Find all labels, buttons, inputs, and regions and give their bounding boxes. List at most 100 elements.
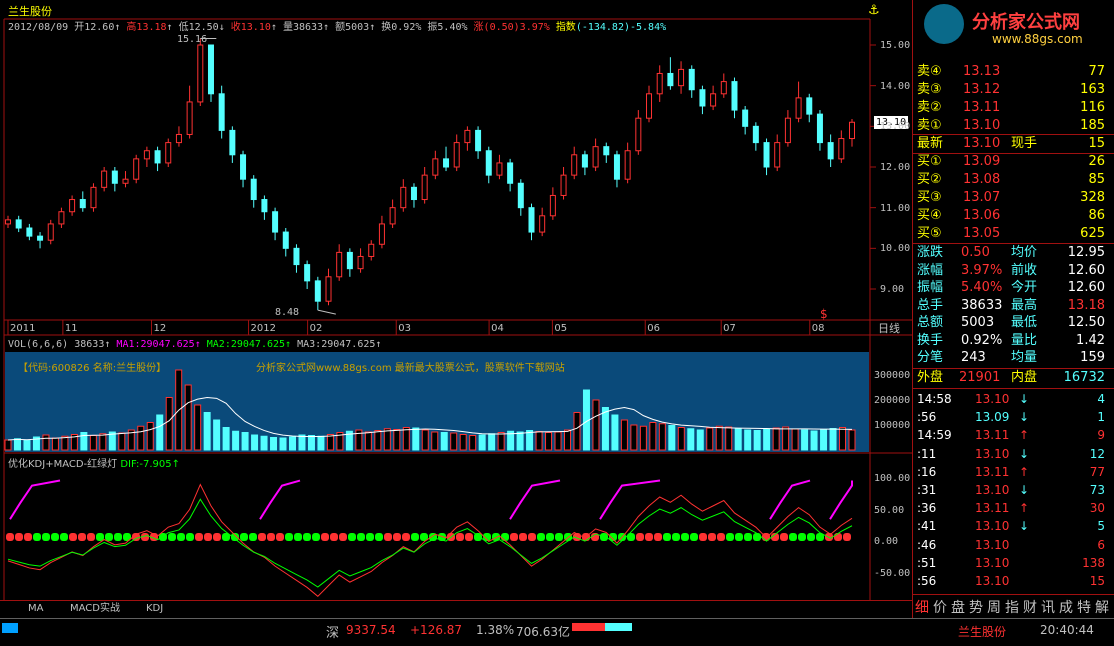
tick-row: :46 13.10 6 xyxy=(913,536,1114,554)
dollar-icon[interactable]: $ xyxy=(820,308,828,321)
volume-bar xyxy=(763,428,771,451)
volume-bar xyxy=(497,432,505,451)
divider xyxy=(913,388,1114,389)
signal-dot xyxy=(42,533,50,541)
tick-price: 13.10 xyxy=(975,392,1010,406)
stat-label: 分笔 xyxy=(917,350,944,365)
price-tick-label: 12.00 xyxy=(880,162,911,173)
volume-bar xyxy=(668,425,676,451)
indicator-tick-label: 50.00 xyxy=(874,504,905,516)
candle-body xyxy=(624,150,631,180)
right-tab[interactable]: 势 xyxy=(969,597,983,617)
right-tab[interactable]: 成 xyxy=(1059,597,1073,617)
volume-bar xyxy=(535,431,543,451)
stat-value: 12.50 xyxy=(1067,315,1105,330)
volume-bar xyxy=(801,429,809,451)
signal-dot xyxy=(267,533,275,541)
tab-ma[interactable]: MA xyxy=(28,602,43,616)
candle-body xyxy=(539,215,546,233)
signal-dot xyxy=(105,533,113,541)
signal-dot xyxy=(15,533,23,541)
candle-body xyxy=(197,44,204,103)
tick-price: 13.11 xyxy=(975,501,1010,516)
right-tab[interactable]: 周 xyxy=(987,597,1001,617)
right-tab[interactable]: 价 xyxy=(933,597,947,617)
candle-body xyxy=(282,231,289,249)
sell-row: 卖② 13.11 116 xyxy=(913,100,1114,116)
candle-body xyxy=(475,129,482,152)
period-label[interactable]: 日线 xyxy=(878,322,900,335)
candle-body xyxy=(122,178,129,184)
candle-body xyxy=(581,154,588,168)
volume-bar xyxy=(839,427,847,451)
right-tab[interactable]: 盘 xyxy=(951,597,965,617)
indicator-header: 优化KDJ+MACD-红绿灯 DIF:-7.905↑ xyxy=(8,459,180,470)
now-label: 现手 xyxy=(1011,136,1038,151)
price-tick-label: 11.00 xyxy=(880,202,911,214)
close-value: 13.10 xyxy=(240,22,271,33)
vol-ma3: MA3:29047.625 xyxy=(297,339,376,350)
tick-price: 13.10 xyxy=(975,446,1010,461)
indicator-tick-label: 100.00 xyxy=(874,473,911,484)
candle-body xyxy=(635,117,642,152)
volume-tick-label: 100000 xyxy=(874,420,911,431)
candle-body xyxy=(795,97,802,119)
right-tab[interactable]: 细 xyxy=(915,597,929,617)
candle-body xyxy=(603,146,610,156)
right-tab[interactable]: 讯 xyxy=(1041,597,1055,617)
volume-bar xyxy=(554,431,562,451)
candle-body xyxy=(314,280,321,302)
kdj-line xyxy=(509,479,561,520)
candle-body xyxy=(133,158,140,180)
tab-kdj[interactable]: KDJ xyxy=(146,602,163,616)
chart-svg[interactable] xyxy=(0,0,912,618)
ohlc-header: 2012/08/09 开12.60↑ 高13.18↑ 低12.50↓ 收13.1… xyxy=(8,22,667,33)
candle-body xyxy=(101,170,108,188)
buy-volume: 86 xyxy=(1088,208,1105,223)
right-tab[interactable]: 解 xyxy=(1095,597,1109,617)
signal-dot xyxy=(393,533,401,541)
price-tick-label: 13.00 xyxy=(880,121,911,133)
volume-bar xyxy=(715,425,723,451)
candle-body xyxy=(346,251,353,270)
candle-body xyxy=(293,247,300,266)
volume-bar xyxy=(307,435,315,451)
candle-body xyxy=(357,255,364,270)
right-tab[interactable]: 财 xyxy=(1023,597,1037,617)
outer-value: 21901 xyxy=(959,370,1001,385)
stat-value: 5003 xyxy=(961,315,995,330)
candle-body xyxy=(742,109,749,127)
signal-dot xyxy=(780,533,788,541)
stat-value: 1.42 xyxy=(1076,332,1105,348)
buy-label: 买④ xyxy=(917,208,942,223)
right-tab[interactable]: 指 xyxy=(1005,597,1019,617)
vol-ma2: MA2:29047.625 xyxy=(206,339,286,350)
right-tab[interactable]: 特 xyxy=(1077,597,1091,617)
candle-body xyxy=(240,154,247,180)
volume-bar xyxy=(440,432,448,451)
status-stock-name[interactable]: 兰生股份 xyxy=(958,623,1006,640)
candle-body xyxy=(261,199,268,213)
buy-label: 买③ xyxy=(917,190,942,205)
volume-bar xyxy=(23,440,31,451)
candle-body xyxy=(464,129,471,144)
buy-label: 买② xyxy=(917,172,942,187)
candle-body xyxy=(378,223,385,245)
stock-info-label: 【代码:600826 名称:兰生股份】 xyxy=(18,363,167,374)
chart-area[interactable]: 兰生股份 2012/08/09 开12.60↑ 高13.18↑ 低12.50↓ … xyxy=(0,0,912,618)
candle-body xyxy=(229,129,236,156)
anchor-icon[interactable]: ⚓ xyxy=(868,4,880,17)
price-tick-label: 14.00 xyxy=(880,80,911,92)
candle-body xyxy=(432,158,439,176)
candle-body xyxy=(496,162,503,176)
volume-bar xyxy=(412,427,420,451)
outer-label: 外盘 xyxy=(917,370,944,385)
volume-bar xyxy=(488,433,496,451)
tab-macd[interactable]: MACD实战 xyxy=(70,602,120,616)
volume-bar xyxy=(564,429,572,451)
tick-volume: 77 xyxy=(1089,464,1105,479)
signal-dot xyxy=(204,533,212,541)
volume-bar xyxy=(222,427,230,451)
low-pointer xyxy=(317,309,336,315)
volume-bar xyxy=(791,428,799,451)
